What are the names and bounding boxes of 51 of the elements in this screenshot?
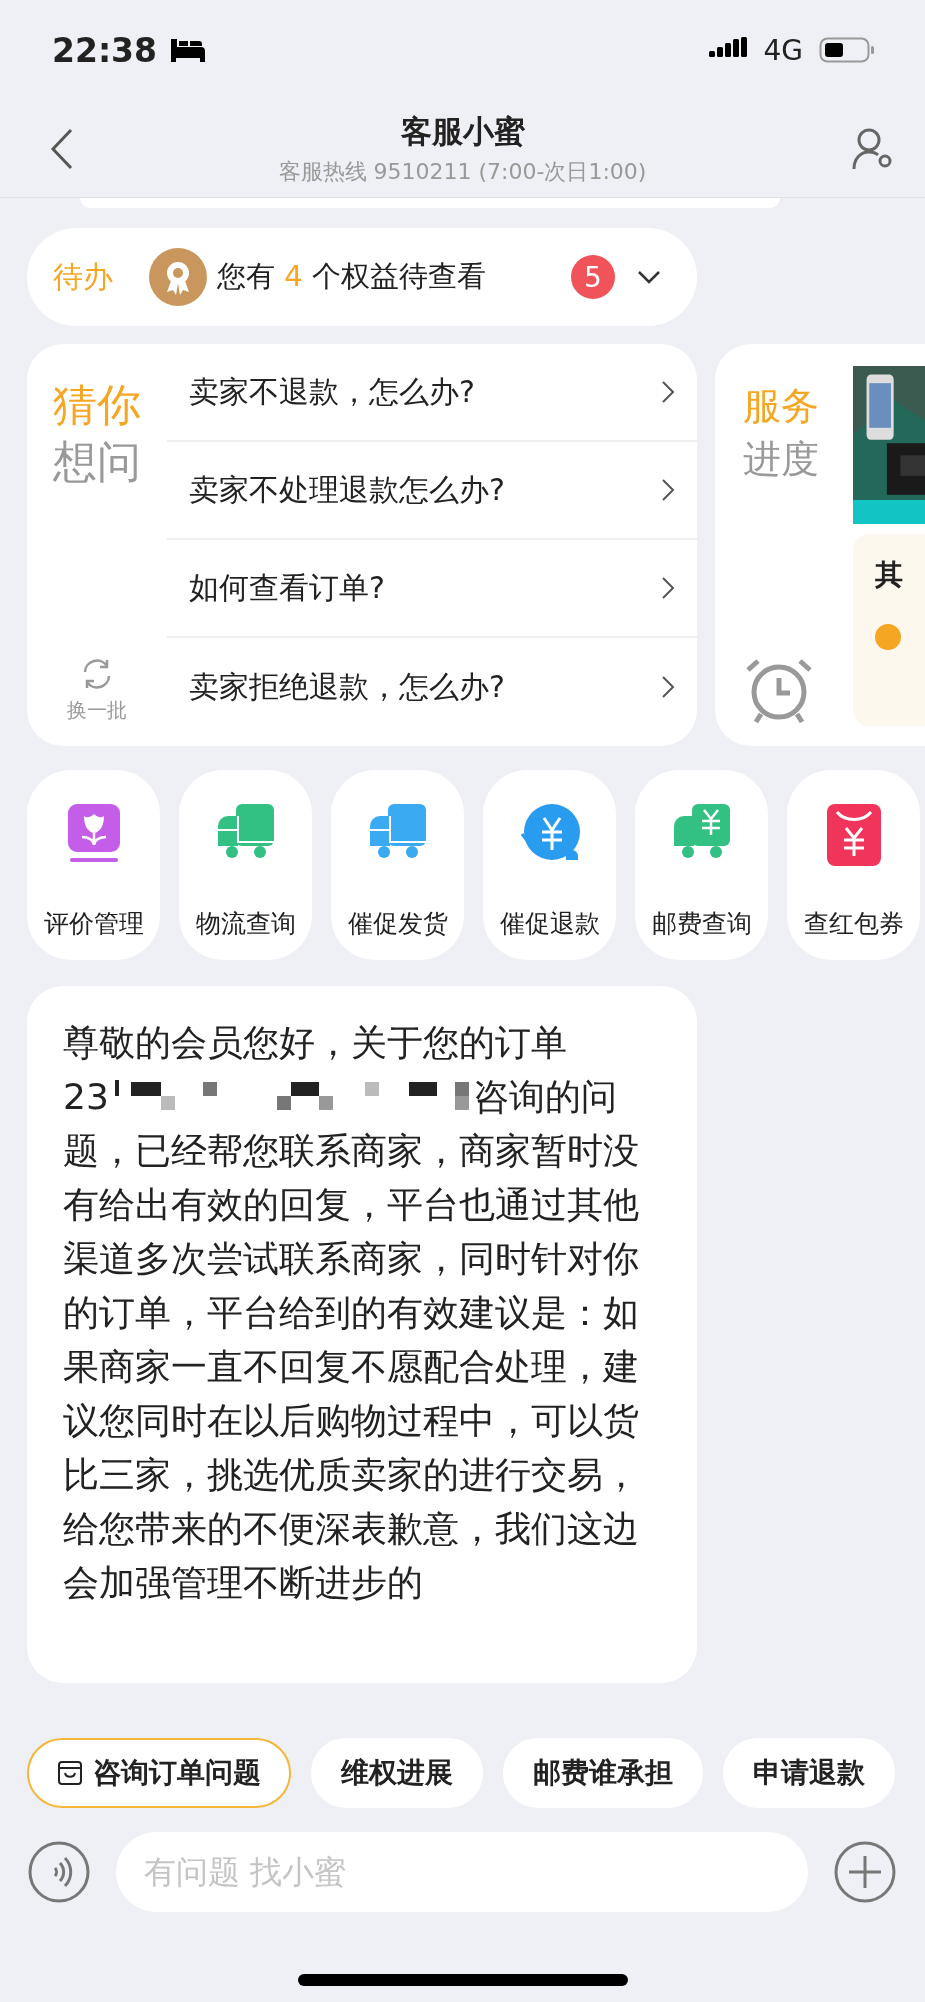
todo-text: 您有 4 个权益待查看 — [217, 258, 486, 295]
status-card-title: 其 — [875, 557, 904, 593]
status-dot — [875, 624, 901, 650]
service-subtitle: 进度 — [743, 436, 819, 484]
plus-icon[interactable] — [834, 1841, 896, 1903]
chevron-right-icon — [661, 675, 675, 699]
quick-reply-chip[interactable]: 申请退款 — [723, 1738, 895, 1808]
question-item[interactable]: 卖家不处理退款怎么办? — [167, 442, 697, 540]
status-time: 22:38 — [52, 30, 158, 70]
page-title: 客服小蜜 — [400, 111, 525, 151]
message-text: 尊敬的会员您好，关于您的订单 — [63, 1021, 568, 1065]
money-envelope-icon — [826, 804, 881, 866]
flower-icon — [65, 804, 122, 864]
todo-card[interactable]: 待办 您有 4 个权益待查看 5 — [27, 228, 697, 326]
chevron-right-icon — [661, 576, 675, 600]
chevron-down-icon[interactable] — [637, 270, 661, 284]
status-card[interactable]: 其 — [853, 534, 925, 726]
shortcut-button[interactable]: 催促退款 — [483, 770, 616, 960]
truck-yen-icon — [671, 804, 732, 860]
shortcut-button[interactable]: 催促发货 — [331, 770, 464, 960]
back-icon[interactable] — [50, 127, 74, 170]
message-input[interactable]: 有问题 找小蜜 — [116, 1832, 808, 1912]
quick-reply-chip[interactable]: 维权进展 — [311, 1738, 483, 1808]
truck-icon — [215, 804, 276, 860]
shortcut-button[interactable]: 评价管理 — [27, 770, 160, 960]
shortcut-button[interactable]: 查红包券 — [787, 770, 920, 960]
chevron-right-icon — [661, 380, 675, 404]
count-badge: 5 — [571, 255, 615, 299]
todo-label: 待办 — [53, 257, 113, 296]
chevron-right-icon — [661, 478, 675, 502]
question-item[interactable]: 卖家不退款，怎么办? — [167, 344, 697, 442]
quick-reply-chip[interactable]: 邮费谁承担 — [503, 1738, 703, 1808]
question-item[interactable]: 卖家拒绝退款，怎么办? — [167, 638, 697, 736]
question-item[interactable]: 如何查看订单? — [167, 540, 697, 638]
order-number-text: 23 — [63, 1075, 109, 1119]
battery-icon — [819, 36, 875, 64]
bag-icon — [57, 1760, 83, 1786]
shortcut-button[interactable]: 邮费查询 — [635, 770, 768, 960]
shortcut-button[interactable]: 物流查询 — [179, 770, 312, 960]
message-text: 咨询的问 — [472, 1075, 617, 1119]
medal-icon — [149, 248, 207, 306]
faq-subtitle: 想问 — [53, 435, 141, 490]
truck-icon — [367, 804, 428, 860]
voice-icon[interactable] — [28, 1841, 90, 1903]
bed-icon — [169, 37, 208, 63]
hotline-text: 客服热线 9510211 (7:00-次日1:00) — [278, 157, 647, 186]
faq-title: 猜你 — [53, 378, 141, 432]
service-title: 服务 — [743, 383, 819, 430]
quick-reply-chip[interactable]: 咨询订单问题 — [27, 1738, 291, 1808]
message-text: 题，已经帮您联系商家，商家暂时没有给出有效的回复，平台也通过其他渠道多次尝试联系商家，同时针对你的订单，平台给到的有效建议是：如果商家一直不回复不愿配合处理，建议您同时在以后购物过程中，可以货比三家，挑选优质卖家的进行交易，给您带来的不便深表歉意，我们这边会加强管理不断进步的 — [63, 1129, 640, 1605]
network-label: 4G — [763, 33, 803, 67]
